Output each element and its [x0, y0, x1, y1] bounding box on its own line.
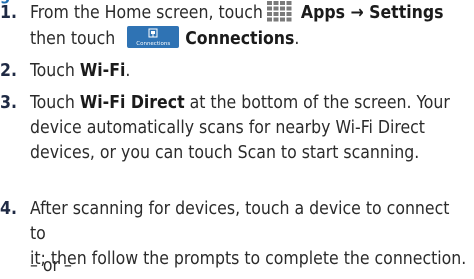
connections-icon-label: Connections [136, 41, 171, 47]
instruction-text: at the bottom of the screen. Your [184, 93, 450, 113]
step-3-line-2: device automatically scans for nearby Wi… [30, 118, 425, 138]
instruction-text: then touch [30, 29, 116, 49]
punctuation: . [294, 29, 300, 49]
wifi-direct-label: Wi-Fi Direct [79, 93, 185, 113]
step-1-line-2: then touch Connections Connections. [30, 26, 470, 52]
step-text: After scanning for devices, touch a devi… [30, 197, 470, 272]
apps-settings-path: Apps → Settings [300, 3, 444, 23]
step-1-line-1: From the Home screen, touch Apps → Setti… [30, 1, 470, 26]
instruction-text: From the Home screen, touch [30, 3, 263, 23]
step-3-line-1: Touch Wi-Fi Direct at the bottom of the … [30, 91, 470, 116]
instruction-text: Touch [30, 61, 80, 81]
connections-label: Connections [185, 29, 295, 49]
step-4: 4. After scanning for devices, touch a d… [0, 197, 474, 269]
step-number: 2. [0, 61, 17, 81]
wifi-label: Wi-Fi [79, 61, 126, 81]
step-4-line-1: After scanning for devices, touch a devi… [30, 199, 450, 244]
step-number: 4. [0, 199, 17, 219]
apps-grid-icon [266, 1, 292, 22]
instruction-text: Touch [30, 93, 80, 113]
punctuation: . [125, 61, 131, 81]
step-2: 2. Touch Wi-Fi. [0, 59, 474, 84]
step-4-line-2: it; then follow the prompts to complete … [30, 249, 467, 269]
connections-icon: Connections [127, 26, 180, 48]
step-text: Touch Wi-Fi. [30, 59, 470, 84]
step-3: 3. Touch Wi-Fi Direct at the bottom of t… [0, 91, 474, 166]
step-text: Touch Wi-Fi Direct at the bottom of the … [30, 91, 470, 166]
step-text: From the Home screen, touch Apps → Setti… [30, 1, 470, 52]
step-3-line-3: devices, or you can touch Scan to start … [30, 143, 420, 163]
or-separator: – or – [30, 256, 72, 276]
step-1: 1. From the Home screen, touch Apps → Se… [0, 1, 474, 51]
step-number: 3. [0, 93, 17, 113]
step-number: 1. [0, 3, 17, 23]
